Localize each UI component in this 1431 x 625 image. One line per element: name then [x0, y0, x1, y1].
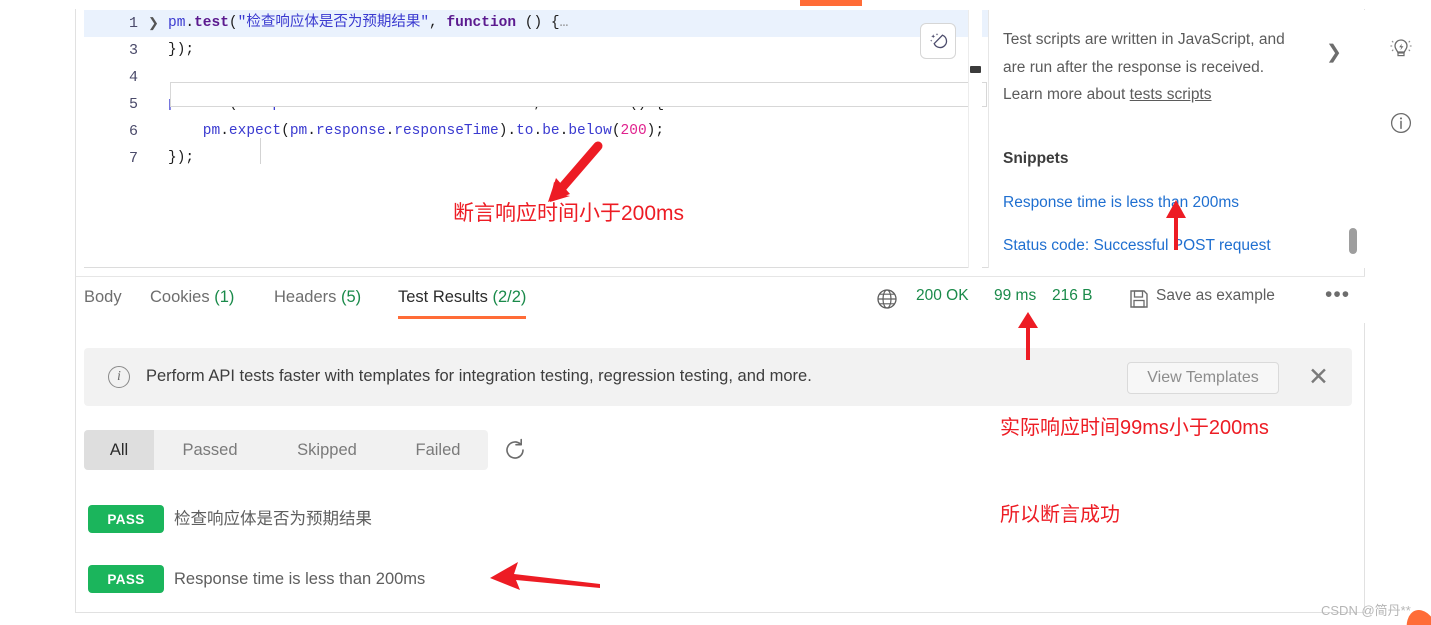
line-number: 7	[128, 150, 138, 167]
test-name: Response time is less than 200ms	[174, 570, 426, 588]
chevron-right-icon[interactable]: ❯	[1326, 43, 1342, 62]
filter-skipped[interactable]: Skipped	[266, 430, 388, 470]
sidebar-scrollbar-thumb[interactable]	[1349, 228, 1357, 254]
lightbulb-icon[interactable]	[1388, 36, 1414, 69]
editor-scrollbar-track[interactable]	[968, 10, 982, 268]
active-tab-indicator	[800, 0, 862, 6]
postman-response-pane: 1 ❯ pm.test("检查响应体是否为预期结果", function () {……	[0, 0, 1431, 625]
filter-failed[interactable]: Failed	[388, 430, 488, 470]
line-number: 3	[128, 42, 138, 59]
close-icon[interactable]: ✕	[1308, 365, 1329, 390]
annotation-arrow-3	[1166, 200, 1186, 250]
annotation-text-2-line1: 实际响应时间99ms小于200ms	[1000, 417, 1269, 439]
editor-scrollbar-thumb[interactable]	[970, 66, 981, 73]
line-number: 4	[128, 69, 138, 86]
tab-cookies[interactable]: Cookies (1)	[150, 288, 234, 307]
annotation-text-1: 断言响应时间小于200ms	[453, 202, 685, 225]
tab-cookies-label: Cookies	[150, 288, 210, 306]
test-script-editor[interactable]: 1 ❯ pm.test("检查响应体是否为预期结果", function () {……	[84, 10, 989, 268]
tab-body-label: Body	[84, 288, 122, 306]
tab-cookies-count: (1)	[214, 288, 235, 306]
tab-headers-count: (5)	[340, 288, 362, 306]
tab-body[interactable]: Body	[84, 288, 122, 307]
fold-chevron-icon[interactable]: ❯	[148, 10, 162, 37]
code-line[interactable]: 7});	[84, 145, 988, 172]
snippets-heading: Snippets	[1003, 150, 1069, 167]
tab-test-results[interactable]: Test Results (2/2)	[398, 288, 527, 319]
code-text: pm.expect(pm.response.responseTime).to.b…	[168, 123, 665, 139]
info-icon: i	[108, 366, 130, 388]
status-badge: PASS	[88, 565, 164, 593]
annotation-text-2-line2: 所以断言成功	[1000, 504, 1120, 526]
code-text: });	[168, 150, 195, 166]
banner-text: Perform API tests faster with templates …	[146, 367, 812, 385]
response-size: 216 B	[1052, 287, 1093, 304]
annotation-text-2: 实际响应时间99ms小于200ms 所以断言成功	[1000, 356, 1269, 588]
tab-test-results-count: (2/2)	[492, 288, 527, 306]
test-result-filters: All Passed Skipped Failed	[84, 430, 488, 470]
line-number: 5	[128, 96, 138, 113]
tab-headers-label: Headers	[274, 288, 337, 306]
beautify-code-button[interactable]	[920, 23, 956, 59]
watermark: CSDN @简丹**	[1321, 603, 1411, 618]
annotation-arrow-4	[490, 562, 600, 590]
status-badge: PASS	[88, 505, 164, 533]
line-number: 1	[128, 15, 138, 32]
magic-wand-icon	[930, 33, 948, 49]
annotation-arrow-2	[1018, 312, 1038, 360]
more-options-button[interactable]: •••	[1325, 283, 1350, 307]
tests-scripts-link[interactable]: tests scripts	[1130, 86, 1212, 103]
sidebar-description: Test scripts are written in JavaScript, …	[1003, 26, 1293, 109]
annotation-arrow-1	[548, 141, 603, 202]
status-code: 200 OK	[916, 287, 969, 304]
test-name: 检查响应体是否为预期结果	[174, 510, 372, 528]
code-lines[interactable]: 1 ❯ pm.test("检查响应体是否为预期结果", function () {……	[84, 10, 988, 267]
snippet-item-status-code[interactable]: Status code: Successful POST request	[1003, 237, 1271, 255]
tab-headers[interactable]: Headers (5)	[274, 288, 361, 307]
info-circle-icon[interactable]	[1388, 110, 1414, 141]
response-time: 99 ms	[994, 287, 1037, 304]
sidebar-description-line1: Test scripts are written in JavaScript,	[1003, 31, 1255, 48]
code-text: pm.test("检查响应体是否为预期结果", function () {…	[168, 15, 569, 31]
line-number: 6	[128, 123, 138, 140]
globe-icon	[876, 288, 898, 315]
code-line[interactable]: 1 ❯ pm.test("检查响应体是否为预期结果", function () {…	[84, 10, 988, 37]
indent-guide	[260, 138, 261, 164]
filter-all[interactable]: All	[84, 430, 154, 470]
code-text: });	[168, 42, 195, 58]
filter-passed[interactable]: Passed	[154, 430, 266, 470]
code-line[interactable]: 3});	[84, 37, 988, 64]
snippet-item-response-time[interactable]: Response time is less than 200ms	[1003, 194, 1239, 212]
save-as-example-button[interactable]: Save as example	[1156, 287, 1275, 305]
save-icon[interactable]	[1128, 288, 1150, 315]
code-line[interactable]: 6 pm.expect(pm.response.responseTime).to…	[84, 118, 988, 145]
tab-test-results-label: Test Results	[398, 288, 488, 306]
active-line-box	[170, 82, 987, 107]
refresh-icon[interactable]	[503, 438, 527, 467]
